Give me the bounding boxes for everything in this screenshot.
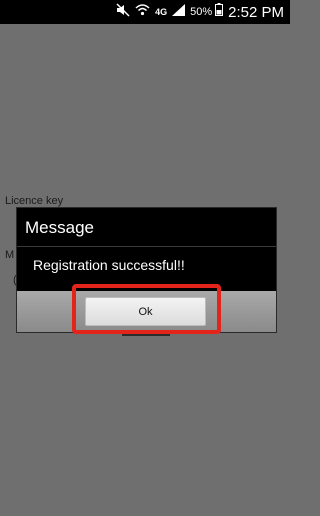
message-dialog: Message Registration successful!! Ok (16, 207, 277, 333)
mac-label: M (5, 249, 15, 261)
status-icons: 4G 50% 2:52 PM (116, 0, 290, 24)
wifi-icon (135, 3, 150, 21)
network-type-label: 4G (155, 7, 168, 17)
ok-button[interactable]: Ok (85, 297, 206, 326)
dialog-divider (17, 246, 276, 247)
battery-percent: 50% (190, 6, 213, 18)
mute-icon (116, 2, 130, 22)
dialog-button-bar: Ok (17, 291, 276, 332)
background-bar (122, 333, 170, 336)
dialog-message: Registration successful!! (33, 257, 185, 273)
clock-time: 2:52 PM (228, 3, 284, 21)
licence-key-label: Licence key (5, 195, 64, 207)
dialog-title: Message (25, 218, 94, 237)
battery-icon (215, 3, 224, 21)
status-bar: 4G 50% 2:52 PM (0, 0, 290, 24)
signal-icon (172, 3, 186, 21)
